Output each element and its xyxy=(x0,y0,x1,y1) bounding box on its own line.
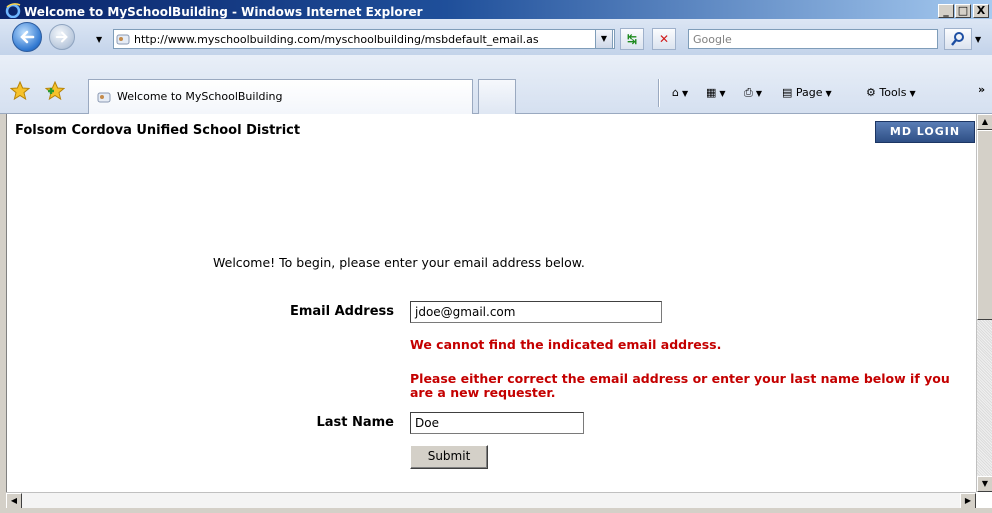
maximize-button[interactable]: □ xyxy=(955,4,971,18)
ie-logo-icon xyxy=(5,3,21,18)
page-favicon-icon xyxy=(116,34,130,45)
page-dropdown-icon: ▼ xyxy=(825,89,832,98)
navigation-bar: ▼ http://www.myschoolbuilding.com/myscho… xyxy=(0,19,992,55)
address-url[interactable]: http://www.myschoolbuilding.com/myschool… xyxy=(134,32,604,48)
close-button[interactable]: X xyxy=(973,4,989,18)
last-name-field[interactable]: Doe xyxy=(410,412,584,434)
horizontal-scrollbar[interactable]: ◀ ▶ xyxy=(6,492,976,509)
tab-label: Welcome to MySchoolBuilding xyxy=(117,90,283,103)
title-bar: Welcome to MySchoolBuilding - Windows In… xyxy=(0,0,992,19)
print-button[interactable]: ⎙ ▼ xyxy=(744,85,762,101)
last-name-label: Last Name xyxy=(316,415,394,430)
home-icon: ⌂ xyxy=(672,86,679,99)
refresh-icon: ↹ xyxy=(626,32,638,46)
stop-button[interactable]: ✕ xyxy=(652,28,676,50)
stop-icon: ✕ xyxy=(658,32,670,46)
history-dropdown-icon[interactable]: ▼ xyxy=(96,35,102,44)
toolbar-overflow-button[interactable]: » xyxy=(978,82,985,98)
district-name: Folsom Cordova Unified School District xyxy=(15,123,301,138)
tools-menu[interactable]: ⚙ Tools ▼ xyxy=(866,85,916,101)
gear-icon: ⚙ xyxy=(866,86,876,99)
search-options-icon[interactable]: ▼ xyxy=(975,35,981,44)
forward-button[interactable] xyxy=(49,24,75,50)
window-frame-bottom xyxy=(0,508,992,513)
tab-welcome[interactable]: Welcome to MySchoolBuilding xyxy=(88,79,473,114)
vertical-scrollbar[interactable]: ▲ ▼ xyxy=(976,114,992,492)
page-icon: ▤ xyxy=(782,86,793,99)
address-dropdown-icon[interactable]: ▼ xyxy=(595,29,613,49)
tools-dropdown-icon: ▼ xyxy=(909,89,916,98)
scroll-right-icon[interactable]: ▶ xyxy=(960,493,976,509)
error-instruction: Please either correct the email address … xyxy=(410,371,950,400)
vertical-scroll-thumb[interactable] xyxy=(977,130,992,320)
email-label: Email Address xyxy=(289,304,394,319)
email-field[interactable]: jdoe@gmail.com xyxy=(410,301,662,323)
submit-button[interactable]: Submit xyxy=(410,445,488,469)
forward-arrow-icon xyxy=(55,31,68,43)
print-dropdown-icon[interactable]: ▼ xyxy=(756,89,762,98)
new-tab-button[interactable] xyxy=(478,79,516,114)
feeds-dropdown-icon[interactable]: ▼ xyxy=(719,89,725,98)
toolbar-separator xyxy=(658,79,660,107)
home-button[interactable]: ⌂ ▼ xyxy=(672,85,688,101)
printer-icon: ⎙ xyxy=(744,86,753,99)
md-login-button[interactable]: MD LOGIN xyxy=(875,121,975,143)
magnifier-icon xyxy=(951,32,964,46)
tab-favicon-icon xyxy=(97,92,111,103)
welcome-message: Welcome! To begin, please enter your ema… xyxy=(213,255,585,270)
search-box[interactable]: Google xyxy=(688,29,938,49)
feeds-button[interactable]: ▦ ▼ xyxy=(706,85,726,101)
rss-feed-icon: ▦ xyxy=(706,86,717,99)
page-menu-label: Page xyxy=(795,86,823,99)
home-dropdown-icon[interactable]: ▼ xyxy=(682,89,688,98)
search-placeholder: Google xyxy=(693,33,732,46)
favorites-star-icon[interactable] xyxy=(10,81,30,101)
add-favorites-icon[interactable] xyxy=(45,81,65,101)
scroll-up-icon[interactable]: ▲ xyxy=(977,114,992,130)
tab-bar: Welcome to MySchoolBuilding ⌂ ▼ ▦ ▼ ⎙ ▼ ▤ P… xyxy=(0,55,992,114)
scroll-down-icon[interactable]: ▼ xyxy=(977,476,992,492)
scroll-left-icon[interactable]: ◀ xyxy=(6,493,22,509)
search-button[interactable] xyxy=(944,28,972,50)
minimize-button[interactable]: _ xyxy=(938,4,954,18)
back-arrow-icon xyxy=(20,30,35,44)
page-menu[interactable]: ▤ Page ▼ xyxy=(782,85,832,101)
address-bar[interactable]: http://www.myschoolbuilding.com/myschool… xyxy=(113,29,615,49)
window-title: Welcome to MySchoolBuilding - Windows In… xyxy=(24,5,423,19)
back-button[interactable] xyxy=(12,22,42,52)
page-content: Folsom Cordova Unified School District M… xyxy=(6,114,976,492)
tools-menu-label: Tools xyxy=(879,86,907,99)
error-email-not-found: We cannot find the indicated email addre… xyxy=(410,337,722,352)
refresh-button[interactable]: ↹ xyxy=(620,28,644,50)
horizontal-scroll-track[interactable] xyxy=(22,493,960,509)
